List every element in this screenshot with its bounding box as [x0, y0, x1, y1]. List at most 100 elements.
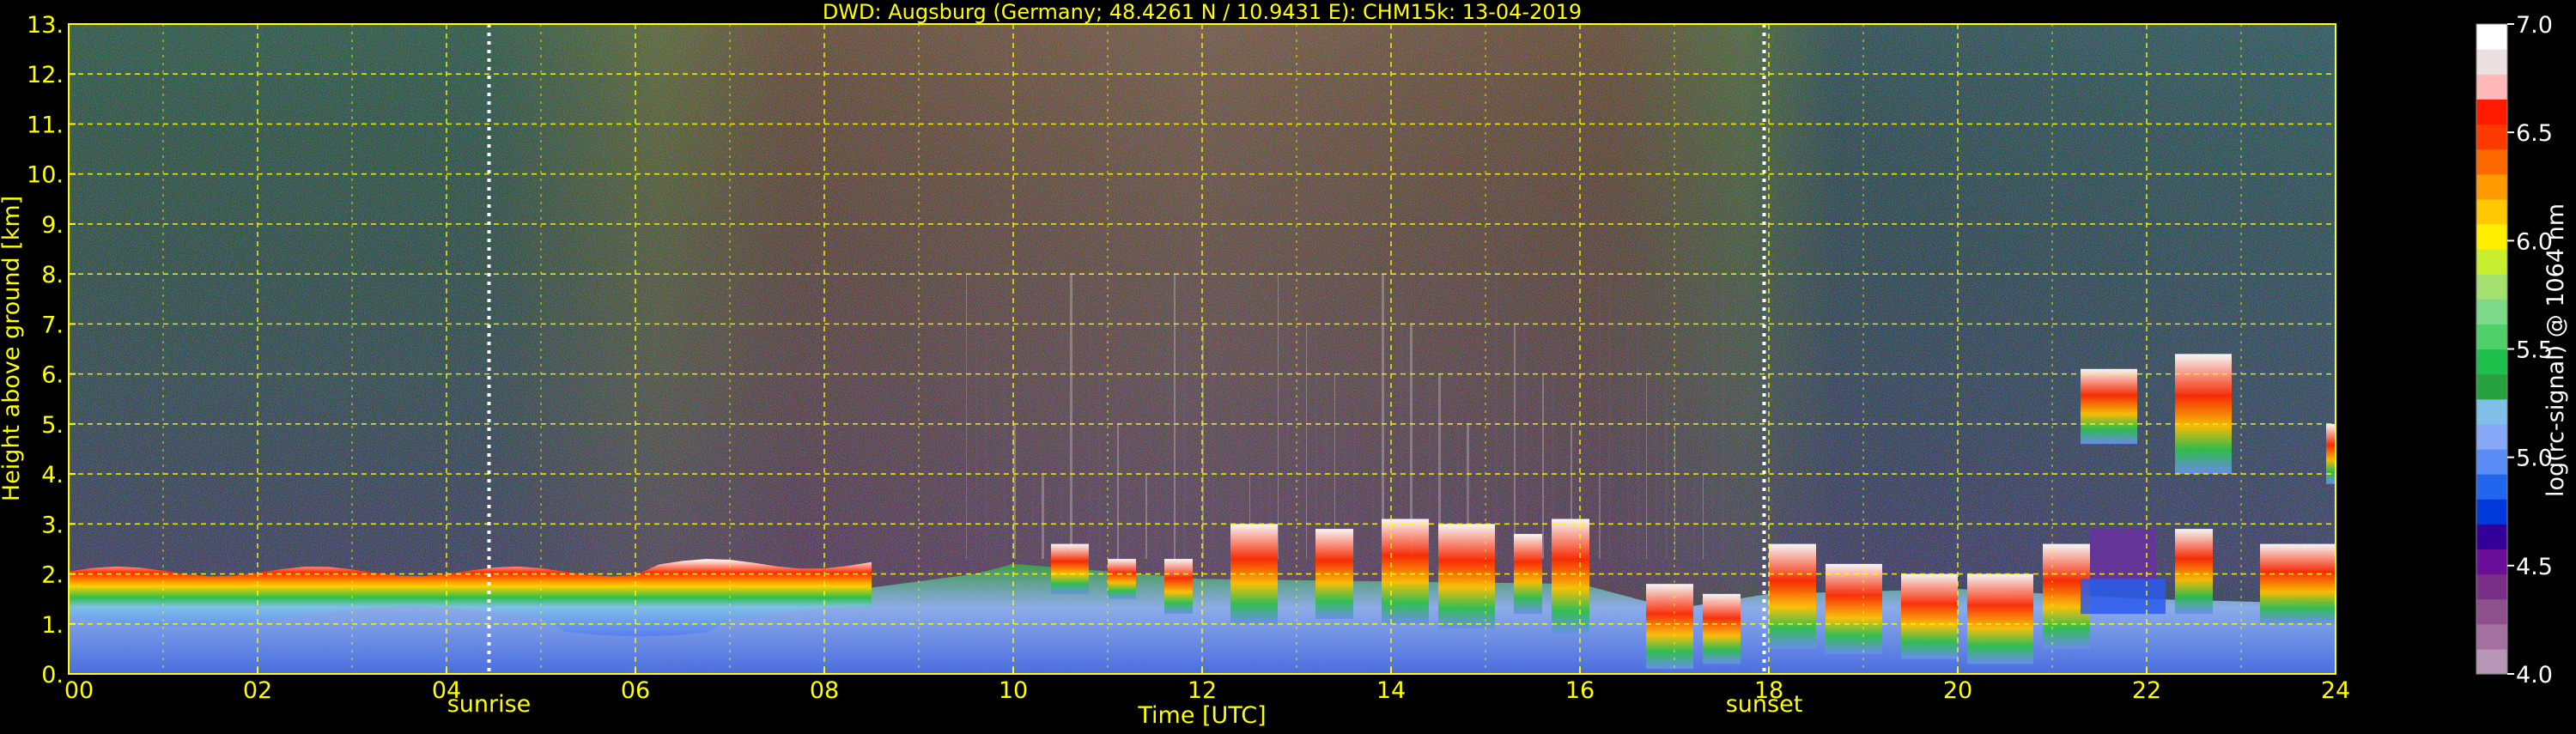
- heatmap-streak: [1004, 373, 1005, 560]
- heatmap-streak: [1127, 423, 1129, 560]
- x-tick-label: 10: [999, 677, 1028, 704]
- heatmap-cloud-patch: [2260, 543, 2336, 624]
- colorbar-tick-label: 4.0: [2516, 662, 2553, 689]
- heatmap-streak: [1646, 373, 1647, 560]
- heatmap-blue-patch: [2081, 579, 2166, 615]
- colorbar-segment: [2476, 524, 2507, 550]
- heatmap-streak: [1533, 373, 1534, 560]
- heatmap-streak: [1145, 474, 1147, 560]
- colorbar-segment: [2476, 124, 2507, 150]
- x-tick-label: 24: [2321, 677, 2350, 704]
- colorbar-segment: [2476, 648, 2507, 675]
- ceilometer-figure: sunrise sunset 00 02 04 06 08 10 12 14 16 18 20 22 24…: [0, 0, 2576, 730]
- heatmap-streak: [1382, 274, 1384, 560]
- heatmap-streak: [1618, 274, 1619, 560]
- ceilometer-plot-svg: sunrise sunset 00 02 04 06 08 10 12 14 16 18 20 22 24…: [0, 0, 2569, 729]
- colorbar-segment: [2476, 398, 2507, 425]
- colorbar-segment: [2476, 173, 2507, 200]
- heatmap-streak: [1363, 474, 1364, 560]
- x-tick-label: 18: [1754, 677, 1783, 704]
- chart-title: DWD: Augsburg (Germany; 48.4261 N / 10.9…: [823, 0, 1582, 24]
- heatmap-streak: [1684, 423, 1686, 560]
- heatmap-streak: [1032, 474, 1034, 560]
- y-tick-label: 0.: [41, 662, 64, 689]
- heatmap-streak: [1164, 274, 1165, 560]
- heatmap-streak: [1117, 423, 1119, 560]
- heatmap-streak: [1722, 274, 1724, 560]
- heatmap-cloud-patch: [1703, 593, 1741, 664]
- heatmap-cloud-patch: [1164, 559, 1193, 615]
- heatmap-cloud-patch: [2175, 529, 2213, 615]
- heatmap-streak: [1542, 373, 1544, 560]
- heatmap-streak: [1155, 474, 1157, 560]
- heatmap-cloud-patch: [1382, 519, 1429, 624]
- heatmap-streak: [1212, 373, 1214, 560]
- heatmap-streak: [1656, 373, 1657, 560]
- heatmap-streak: [1060, 274, 1062, 560]
- heatmap-streak: [1098, 373, 1101, 560]
- y-tick-label: 7.: [41, 312, 64, 338]
- colorbar-segment: [2476, 349, 2507, 375]
- heatmap-cloud-patch: [2081, 368, 2137, 445]
- y-tick-label: 4.: [41, 462, 64, 488]
- heatmap-cloud-patch: [2175, 354, 2232, 475]
- heatmap-cloud-patch: [1646, 584, 1693, 670]
- colorbar: 4.04.55.05.56.06.57.0: [2476, 12, 2553, 689]
- colorbar-segment: [2476, 24, 2507, 50]
- x-tick-label: 04: [432, 677, 461, 704]
- x-tick-label: 00: [64, 677, 94, 704]
- colorbar-segment: [2476, 423, 2507, 450]
- colorbar-segment: [2476, 573, 2507, 600]
- colorbar-segment: [2476, 474, 2507, 500]
- x-tick-label: 22: [2132, 677, 2161, 704]
- heatmap-streak: [1495, 274, 1498, 560]
- colorbar-segment: [2476, 373, 2507, 400]
- heatmap-streak: [1674, 423, 1675, 560]
- y-tick-label: 9.: [41, 212, 64, 239]
- heatmap-streak: [1174, 274, 1176, 560]
- x-tick-label: 14: [1376, 677, 1406, 704]
- y-tick-label: 12.: [27, 62, 64, 88]
- y-tick-label: 5.: [41, 412, 64, 439]
- heatmap-streak: [1589, 474, 1590, 560]
- colorbar-segment: [2476, 74, 2507, 100]
- heatmap-streak: [1693, 474, 1696, 560]
- heatmap-cloud-patch: [1901, 573, 1958, 659]
- y-tick-label: 2.: [41, 562, 64, 589]
- heatmap-streak: [1599, 274, 1601, 560]
- heatmap-cloud-patch: [1967, 573, 2033, 664]
- x-tick-label: 06: [621, 677, 650, 704]
- y-tick-label: 13.: [27, 12, 64, 39]
- colorbar-segment: [2476, 274, 2507, 300]
- x-axis-label: Time [UTC]: [1137, 702, 1266, 729]
- colorbar-tick-label: 7.0: [2516, 12, 2553, 39]
- y-tick-label: 8.: [41, 262, 64, 288]
- colorbar-segment: [2476, 598, 2507, 625]
- y-tick-label: 10.: [27, 162, 64, 189]
- heatmap-streak: [1400, 274, 1402, 560]
- colorbar-segment: [2476, 149, 2507, 175]
- colorbar-tick-label: 6.5: [2516, 120, 2553, 147]
- heatmap-streak: [1703, 474, 1704, 560]
- heatmap-streak: [1221, 373, 1222, 560]
- heatmap-cloud-patch: [1108, 559, 1136, 599]
- heatmap-cloud-patch: [1438, 524, 1495, 629]
- heatmap-streak: [1023, 423, 1024, 560]
- heatmap-cloud-patch: [1051, 543, 1089, 594]
- y-axis-label: Height above ground [km]: [0, 196, 25, 501]
- heatmap-streak: [1287, 274, 1289, 560]
- heatmap-streak: [1429, 373, 1431, 560]
- heatmap-streak: [1665, 423, 1668, 560]
- heatmap-streak: [1504, 274, 1505, 560]
- y-tick-label: 3.: [41, 512, 64, 538]
- heatmap-cloud-patch: [1552, 519, 1589, 634]
- colorbar-segment: [2476, 499, 2507, 525]
- colorbar-tick-label: 4.5: [2516, 554, 2553, 580]
- heatmap-streak: [1136, 423, 1137, 560]
- y-tick-label: 1.: [41, 612, 64, 639]
- y-tick-label: 11.: [27, 112, 64, 138]
- heatmap-streak: [1070, 274, 1072, 560]
- x-tick-label: 20: [1943, 677, 1972, 704]
- heatmap-streak: [1372, 474, 1374, 560]
- heatmap-streak: [994, 373, 995, 560]
